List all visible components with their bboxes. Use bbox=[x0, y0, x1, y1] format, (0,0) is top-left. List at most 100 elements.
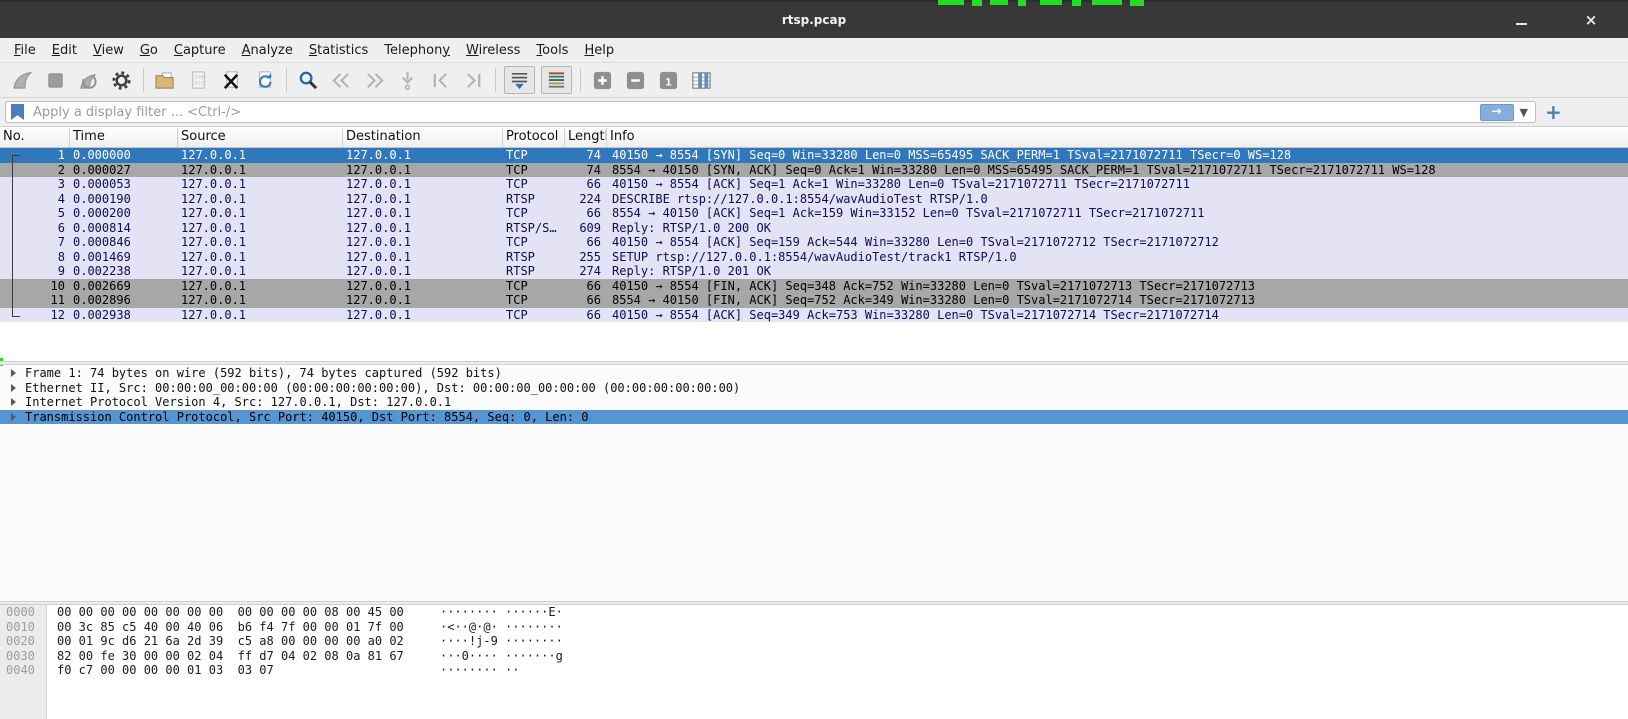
filter-bar: Apply a display filter ... <Ctrl-/> → ▼ … bbox=[0, 97, 1628, 127]
restart-capture-icon[interactable] bbox=[75, 67, 102, 93]
menu-edit[interactable]: Edit bbox=[44, 41, 85, 60]
auto-scroll-icon[interactable] bbox=[504, 66, 535, 94]
column-header-source[interactable]: Source bbox=[178, 128, 343, 147]
column-header-protocol[interactable]: Protocol bbox=[503, 128, 565, 147]
resize-columns-icon[interactable] bbox=[688, 67, 715, 93]
background-artifact bbox=[1130, 0, 1144, 6]
packet-row-4[interactable]: 40.000190127.0.0.1127.0.0.1RTSP224DESCRI… bbox=[0, 192, 1628, 207]
toolbar-separator bbox=[495, 68, 496, 92]
go-back-icon[interactable] bbox=[328, 67, 355, 93]
packet-row-10[interactable]: 100.002669127.0.0.1127.0.0.1TCP6640150 →… bbox=[0, 279, 1628, 294]
hex-bytes: 82 00 fe 30 00 00 02 04 ff d7 04 02 08 0… bbox=[57, 649, 404, 664]
menu-capture[interactable]: Capture bbox=[166, 41, 234, 60]
go-forward-icon[interactable] bbox=[361, 67, 388, 93]
colorize-icon[interactable] bbox=[541, 66, 572, 94]
packet-row-2[interactable]: 20.000027127.0.0.1127.0.0.1TCP748554 → 4… bbox=[0, 163, 1628, 178]
column-header-destination[interactable]: Destination bbox=[343, 128, 503, 147]
hex-bytes: 00 01 9c d6 21 6a 2d 39 c5 a8 00 00 00 0… bbox=[57, 634, 404, 649]
menu-wireless[interactable]: Wireless bbox=[458, 41, 528, 60]
open-file-icon[interactable] bbox=[152, 67, 179, 93]
expander-icon[interactable] bbox=[11, 384, 16, 392]
menu-file[interactable]: File bbox=[6, 41, 44, 60]
close-button[interactable]: × bbox=[1578, 10, 1604, 30]
packet-bytes-pane: 000000 00 00 00 00 00 00 00 00 00 00 00 … bbox=[0, 605, 1628, 719]
menu-go[interactable]: Go bbox=[132, 41, 166, 60]
hex-row-0020[interactable]: 0020 00 01 9c d6 21 6a 2d 39 c5 a8 00 00 … bbox=[0, 634, 1628, 649]
save-file-icon[interactable]: 01010110 bbox=[185, 67, 212, 93]
hex-row-0010[interactable]: 001000 3c 85 c5 40 00 40 06 b6 f4 7f 00 … bbox=[0, 620, 1628, 635]
close-file-icon[interactable] bbox=[218, 67, 245, 93]
menu-help[interactable]: Help bbox=[576, 41, 622, 60]
detail-row-0[interactable]: Frame 1: 74 bytes on wire (592 bits), 74… bbox=[0, 366, 1628, 381]
minimize-button[interactable] bbox=[1508, 10, 1534, 30]
packet-row-7[interactable]: 70.000846127.0.0.1127.0.0.1TCP6640150 → … bbox=[0, 235, 1628, 250]
expander-icon[interactable] bbox=[11, 369, 16, 377]
packet-list: 10.000000127.0.0.1127.0.0.1TCP7440150 → … bbox=[0, 148, 1628, 322]
hex-offset: 0020 bbox=[6, 634, 35, 649]
add-filter-button[interactable]: + bbox=[1545, 100, 1562, 124]
column-header-time[interactable]: Time bbox=[70, 128, 178, 147]
svg-text:1: 1 bbox=[665, 76, 672, 88]
hex-offset: 0040 bbox=[6, 663, 35, 678]
packet-row-3[interactable]: 30.000053127.0.0.1127.0.0.1TCP6640150 → … bbox=[0, 177, 1628, 192]
display-filter-input[interactable]: Apply a display filter ... <Ctrl-/> → ▼ bbox=[5, 101, 1536, 123]
hex-row-0030[interactable]: 0030 82 00 fe 30 00 00 02 04 ff d7 04 02 … bbox=[0, 649, 1628, 664]
capture-options-icon[interactable] bbox=[108, 67, 135, 93]
packet-row-12[interactable]: 120.002938127.0.0.1127.0.0.1TCP6640150 →… bbox=[0, 308, 1628, 323]
go-to-packet-icon[interactable] bbox=[394, 67, 421, 93]
hex-ascii: ·<··@·@· ········ bbox=[440, 620, 563, 635]
hex-ascii: ········ ·· bbox=[440, 663, 519, 678]
filter-placeholder: Apply a display filter ... <Ctrl-/> bbox=[33, 105, 1480, 120]
apply-filter-button[interactable]: → bbox=[1480, 104, 1514, 121]
detail-row-2[interactable]: Internet Protocol Version 4, Src: 127.0.… bbox=[0, 395, 1628, 410]
zoom-100-icon[interactable]: 1 bbox=[655, 67, 682, 93]
packet-row-11[interactable]: 110.002896127.0.0.1127.0.0.1TCP668554 → … bbox=[0, 293, 1628, 308]
detail-row-1[interactable]: Ethernet II, Src: 00:00:00_00:00:00 (00:… bbox=[0, 381, 1628, 396]
hex-offset: 0030 bbox=[6, 649, 35, 664]
svg-text:0101: 0101 bbox=[195, 74, 207, 80]
packet-row-1[interactable]: 10.000000127.0.0.1127.0.0.1TCP7440150 → … bbox=[0, 148, 1628, 163]
find-packet-icon[interactable] bbox=[295, 67, 322, 93]
background-artifact bbox=[938, 0, 964, 5]
expander-icon[interactable] bbox=[11, 398, 16, 406]
hex-row-0000[interactable]: 000000 00 00 00 00 00 00 00 00 00 00 00 … bbox=[0, 605, 1628, 620]
hex-bytes: 00 3c 85 c5 40 00 40 06 b6 f4 7f 00 00 0… bbox=[57, 620, 404, 635]
toolbar-separator bbox=[286, 68, 287, 92]
menu-telephony[interactable]: Telephony bbox=[376, 41, 458, 60]
column-header-no[interactable]: No. bbox=[0, 128, 70, 147]
background-artifact bbox=[990, 0, 1008, 5]
menu-tools[interactable]: Tools bbox=[528, 41, 576, 60]
main-toolbar: 01010110 1 bbox=[0, 62, 1628, 97]
background-artifact bbox=[1092, 0, 1122, 5]
zoom-in-icon[interactable] bbox=[589, 67, 616, 93]
hex-offset: 0000 bbox=[6, 605, 35, 620]
detail-text: Frame 1: 74 bytes on wire (592 bits), 74… bbox=[25, 366, 502, 381]
packet-row-5[interactable]: 50.000200127.0.0.1127.0.0.1TCP668554 → 4… bbox=[0, 206, 1628, 221]
packet-details-pane: Frame 1: 74 bytes on wire (592 bits), 74… bbox=[0, 366, 1628, 601]
hex-ascii: ····!j-9 ········ bbox=[440, 634, 563, 649]
zoom-out-icon[interactable] bbox=[622, 67, 649, 93]
bookmark-icon[interactable] bbox=[11, 104, 24, 120]
menu-view[interactable]: View bbox=[85, 41, 132, 60]
stop-capture-icon[interactable] bbox=[42, 67, 69, 93]
column-header-info[interactable]: Info bbox=[607, 128, 1628, 147]
go-first-icon[interactable] bbox=[427, 67, 454, 93]
expander-icon[interactable] bbox=[11, 413, 16, 421]
hex-ascii: ···0···· ·······g bbox=[440, 649, 563, 664]
column-header-length[interactable]: Length bbox=[565, 128, 607, 147]
hex-row-0040[interactable]: 0040f0 c7 00 00 00 00 01 03 03 07·······… bbox=[0, 663, 1628, 678]
menu-analyze[interactable]: Analyze bbox=[234, 41, 301, 60]
packet-row-6[interactable]: 60.000814127.0.0.1127.0.0.1RTSP/S…609Rep… bbox=[0, 221, 1628, 236]
conversation-bracket bbox=[12, 155, 20, 317]
start-capture-icon[interactable] bbox=[9, 67, 36, 93]
window-title: rtsp.pcap bbox=[0, 13, 1628, 27]
packet-row-9[interactable]: 90.002238127.0.0.1127.0.0.1RTSP274Reply:… bbox=[0, 264, 1628, 279]
detail-row-3[interactable]: Transmission Control Protocol, Src Port:… bbox=[0, 410, 1628, 425]
filter-dropdown-caret-icon[interactable]: ▼ bbox=[1520, 106, 1528, 119]
menu-statistics[interactable]: Statistics bbox=[301, 41, 376, 60]
go-last-icon[interactable] bbox=[460, 67, 487, 93]
pane-splitter[interactable] bbox=[0, 361, 1628, 365]
reload-file-icon[interactable] bbox=[251, 67, 278, 93]
packet-row-8[interactable]: 80.001469127.0.0.1127.0.0.1RTSP255SETUP … bbox=[0, 250, 1628, 265]
hex-ascii: ········ ······E· bbox=[440, 605, 563, 620]
